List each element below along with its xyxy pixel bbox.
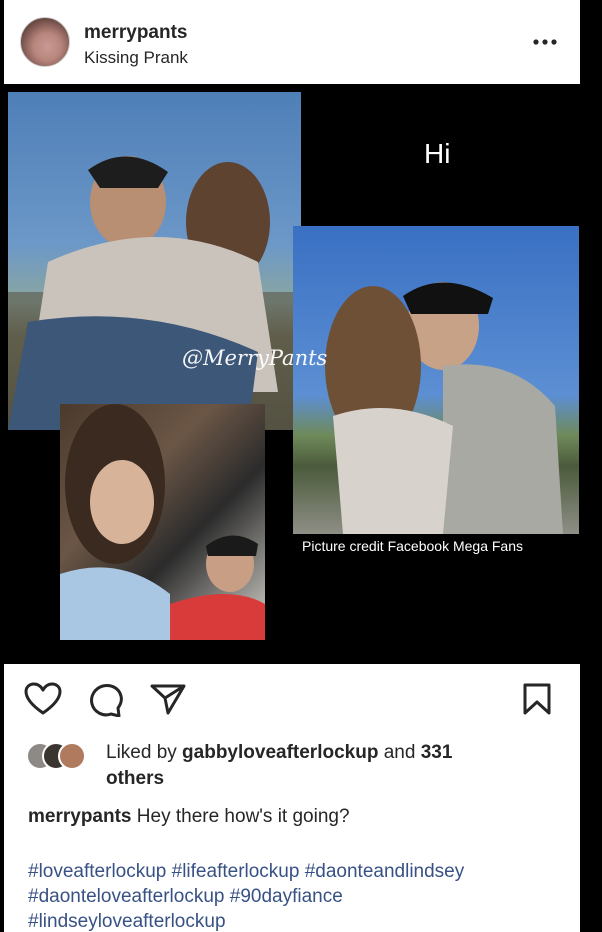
post-caption: merrypants Hey there how's it going? (28, 806, 350, 828)
post-header: merrypants Kissing Prank (4, 0, 580, 85)
hashtag-line[interactable]: #daonteloveafterlockup #90dayfiance (28, 884, 568, 909)
caption-username[interactable]: merrypants (28, 806, 132, 827)
liked-by-avatars[interactable] (26, 742, 100, 770)
liked-by-user[interactable]: gabbyloveafterlockup (182, 742, 378, 763)
comment-icon[interactable] (88, 683, 124, 717)
watermark: @MerryPants (182, 346, 328, 370)
more-icon[interactable] (530, 30, 560, 54)
photo-couple-kiss-standing (293, 226, 579, 534)
bookmark-icon[interactable] (522, 682, 552, 716)
post-image-collage[interactable]: Hi @MerryPants Picture credit Facebook M… (4, 84, 580, 664)
photo-car-selfie (60, 404, 265, 640)
hashtag-line[interactable]: #loveafterlockup #lifeafterlockup #daont… (28, 859, 568, 884)
hashtag-line[interactable]: #lindseyloveafterlockup (28, 909, 568, 932)
liked-by-prefix: Liked by (106, 742, 183, 763)
photo-couple-kiss-carry (8, 92, 301, 430)
heart-icon[interactable] (24, 682, 62, 716)
likes-row: Liked by gabbyloveafterlockup and 331 oth… (4, 732, 580, 792)
overlay-text: Hi (424, 138, 451, 169)
liked-by-middle: and (378, 742, 421, 763)
action-bar (4, 664, 580, 724)
post-card: merrypants Kissing Prank Hi @MerryPants … (4, 0, 580, 932)
avatar[interactable] (20, 17, 70, 67)
avatar (58, 742, 86, 770)
post-username[interactable]: merrypants (84, 22, 188, 44)
picture-credit: Picture credit Facebook Mega Fans (302, 538, 523, 554)
caption-text: Hey there how's it going? (136, 806, 350, 827)
liked-by-text[interactable]: Liked by gabbyloveafterlockup and 331 oth… (106, 740, 546, 792)
share-icon[interactable] (150, 682, 186, 716)
post-subtitle[interactable]: Kissing Prank (84, 48, 188, 68)
likes-count[interactable]: 331 (421, 742, 453, 763)
hashtags: #loveafterlockup #lifeafterlockup #daont… (28, 859, 568, 932)
likes-others[interactable]: others (106, 768, 164, 789)
